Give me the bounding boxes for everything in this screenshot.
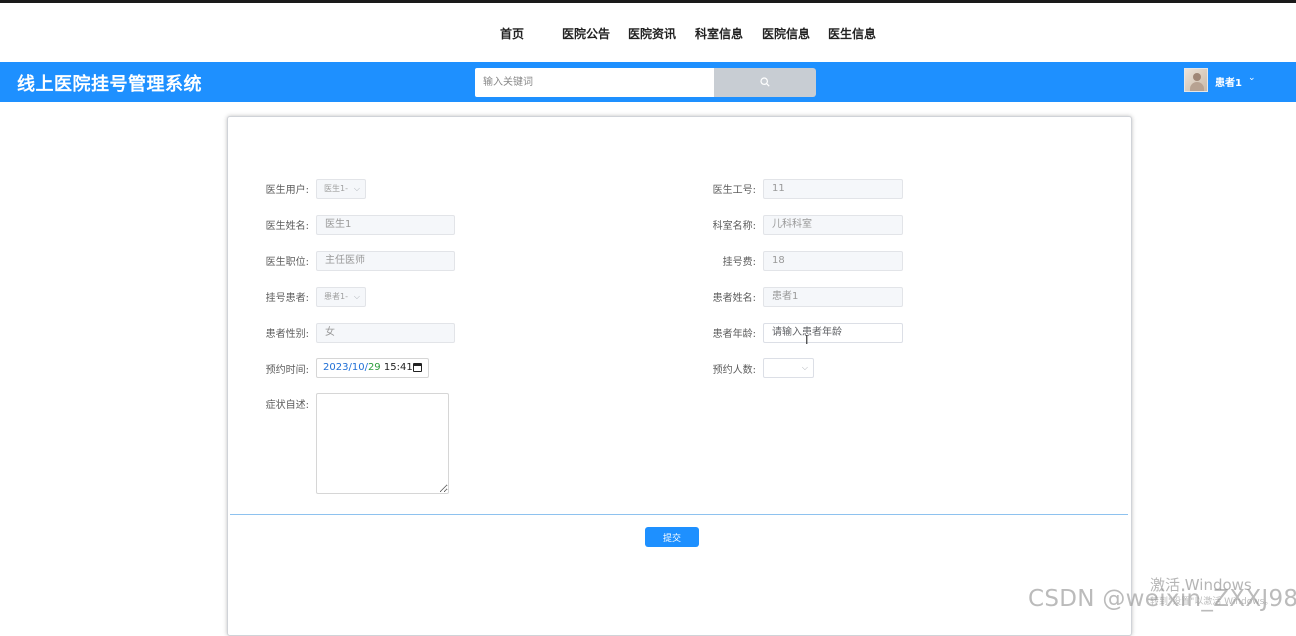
fee-label: 挂号费: (722, 257, 756, 268)
form-divider (230, 514, 1128, 515)
appointment-month: 10 (351, 362, 365, 373)
text-cursor-icon: I (805, 333, 809, 347)
appointment-year: 2023 (323, 362, 349, 373)
system-title: 线上医院挂号管理系统 (17, 74, 202, 95)
csdn-watermark: CSDN @weixin_ZXXJ985 (1028, 586, 1296, 612)
doctor-user-value: 医生1- (324, 184, 348, 193)
dept-name-field: 儿科科室 (763, 215, 903, 235)
doctor-id-field: 11 (763, 179, 903, 199)
chevron-down-icon: ⌄ (1248, 73, 1256, 83)
symptom-textarea[interactable] (316, 393, 449, 494)
chevron-down-icon: ⌵ (801, 363, 808, 372)
patient-name-field: 患者1 (763, 287, 903, 307)
patient-gender-label: 患者性别: (265, 329, 309, 340)
nav-hospital-news[interactable]: 医院资讯 (628, 25, 676, 42)
doctor-name-field: 医生1 (316, 215, 455, 235)
nav-department-info[interactable]: 科室信息 (695, 25, 743, 42)
search-icon (760, 77, 770, 87)
doctor-name-label: 医生姓名: (265, 221, 309, 232)
patient-age-input[interactable]: 请输入患者年龄 (763, 323, 903, 343)
dept-name-label: 科室名称: (712, 221, 756, 232)
doctor-id-label: 医生工号: (712, 185, 756, 196)
appointment-time-label: 预约时间: (265, 365, 309, 376)
calendar-icon[interactable] (413, 363, 422, 372)
appointment-time-input[interactable]: 2023/10/29 15:41 (316, 358, 429, 378)
patient-age-label: 患者年龄: (712, 329, 756, 340)
patient-gender-field: 女 (316, 323, 455, 343)
appointment-count-select[interactable]: ⌵ (763, 358, 814, 378)
patient-label: 挂号患者: (265, 293, 309, 304)
nav-doctor-info[interactable]: 医生信息 (828, 25, 876, 42)
patient-select[interactable]: 患者1- ⌵ (316, 287, 366, 307)
submit-button[interactable]: 提交 (645, 527, 699, 547)
search-button[interactable] (714, 68, 816, 97)
appointment-day: 29 (367, 362, 381, 373)
doctor-title-label: 医生职位: (265, 257, 309, 268)
nav-hospital-info[interactable]: 医院信息 (762, 25, 810, 42)
top-nav: 首页 医院公告 医院资讯 科室信息 医院信息 医生信息 (0, 3, 1296, 62)
fee-field: 18 (763, 251, 903, 271)
chevron-down-icon: ⌵ (353, 184, 360, 193)
symptom-label: 症状自述: (265, 400, 309, 411)
doctor-user-label: 医生用户: (265, 185, 309, 196)
nav-home[interactable]: 首页 (500, 25, 524, 42)
nav-hospital-notice[interactable]: 医院公告 (562, 25, 610, 42)
user-name: 患者1 (1215, 78, 1242, 89)
app-header: 线上医院挂号管理系统 患者1 ⌄ (0, 62, 1296, 102)
chevron-down-icon: ⌵ (353, 292, 360, 301)
patient-value: 患者1- (324, 292, 348, 301)
appointment-clock: 15:41 (383, 362, 413, 373)
search-input[interactable] (475, 68, 714, 97)
doctor-user-select[interactable]: 医生1- ⌵ (316, 179, 366, 199)
appointment-count-label: 预约人数: (712, 365, 756, 376)
avatar (1184, 68, 1208, 92)
patient-name-label: 患者姓名: (712, 293, 756, 304)
doctor-title-field: 主任医师 (316, 251, 455, 271)
